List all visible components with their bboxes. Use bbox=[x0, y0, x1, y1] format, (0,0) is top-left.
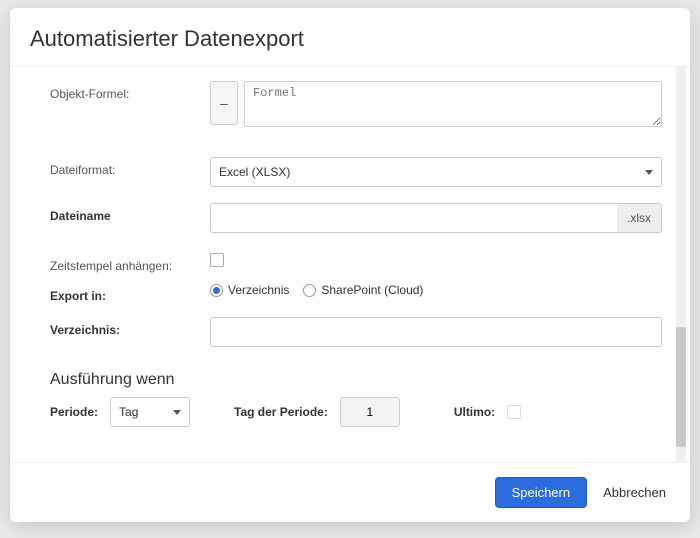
radio-item-sharepoint[interactable]: SharePoint (Cloud) bbox=[303, 283, 423, 297]
row-file-format: Dateiformat: Excel (XLSX) bbox=[50, 157, 662, 187]
row-export-target: Export in: Verzeichnis SharePoint (Cloud… bbox=[50, 283, 662, 303]
row-timestamp: Zeitstempel anhängen: bbox=[50, 253, 662, 273]
object-formula-input[interactable] bbox=[244, 81, 662, 127]
scrollbar-thumb[interactable] bbox=[676, 327, 686, 447]
radio-directory[interactable] bbox=[210, 284, 223, 297]
radio-item-directory[interactable]: Verzeichnis bbox=[210, 283, 289, 297]
label-file-name: Dateiname bbox=[50, 203, 210, 223]
chevron-down-icon bbox=[173, 410, 181, 415]
row-execution: Periode: Tag Tag der Periode: Ultimo: bbox=[50, 397, 662, 427]
row-object-formula: Objekt-Formel: – bbox=[50, 81, 662, 127]
cancel-button[interactable]: Abbrechen bbox=[599, 478, 670, 507]
directory-input[interactable] bbox=[210, 317, 662, 347]
dialog-body: Objekt-Formel: – Dateiformat: Excel (XLS… bbox=[10, 67, 690, 462]
dialog-footer: Speichern Abbrechen bbox=[10, 462, 690, 522]
day-of-period-input[interactable] bbox=[340, 397, 400, 427]
chevron-down-icon bbox=[645, 170, 653, 175]
label-timestamp: Zeitstempel anhängen: bbox=[50, 253, 210, 273]
scrollbar-track[interactable] bbox=[676, 67, 686, 462]
ultimo-checkbox[interactable] bbox=[507, 405, 521, 419]
label-export-target: Export in: bbox=[50, 283, 210, 303]
dialog-header: Automatisierter Datenexport bbox=[10, 8, 690, 67]
label-ultimo: Ultimo: bbox=[454, 405, 495, 419]
label-period: Periode: bbox=[50, 405, 98, 419]
export-target-radio-group: Verzeichnis SharePoint (Cloud) bbox=[210, 283, 423, 297]
radio-directory-label: Verzeichnis bbox=[228, 283, 289, 297]
period-value: Tag bbox=[119, 405, 138, 419]
radio-sharepoint-label: SharePoint (Cloud) bbox=[321, 283, 423, 297]
file-name-input[interactable] bbox=[210, 203, 625, 233]
label-day-of-period: Tag der Periode: bbox=[234, 405, 328, 419]
label-directory: Verzeichnis: bbox=[50, 317, 210, 337]
row-directory: Verzeichnis: bbox=[50, 317, 662, 347]
save-button[interactable]: Speichern bbox=[495, 477, 588, 508]
label-file-format: Dateiformat: bbox=[50, 157, 210, 177]
formula-collapse-button[interactable]: – bbox=[210, 81, 238, 125]
file-extension-addon: .xlsx bbox=[617, 203, 662, 233]
period-select[interactable]: Tag bbox=[110, 397, 190, 427]
label-object-formula: Objekt-Formel: bbox=[50, 81, 210, 101]
dialog-title: Automatisierter Datenexport bbox=[30, 26, 670, 52]
row-file-name: Dateiname .xlsx bbox=[50, 203, 662, 233]
section-execution-title: Ausführung wenn bbox=[50, 371, 662, 389]
radio-sharepoint[interactable] bbox=[303, 284, 316, 297]
timestamp-checkbox[interactable] bbox=[210, 253, 224, 267]
export-dialog: Automatisierter Datenexport Objekt-Forme… bbox=[10, 8, 690, 522]
file-format-select[interactable]: Excel (XLSX) bbox=[210, 157, 662, 187]
file-format-value: Excel (XLSX) bbox=[219, 165, 290, 179]
